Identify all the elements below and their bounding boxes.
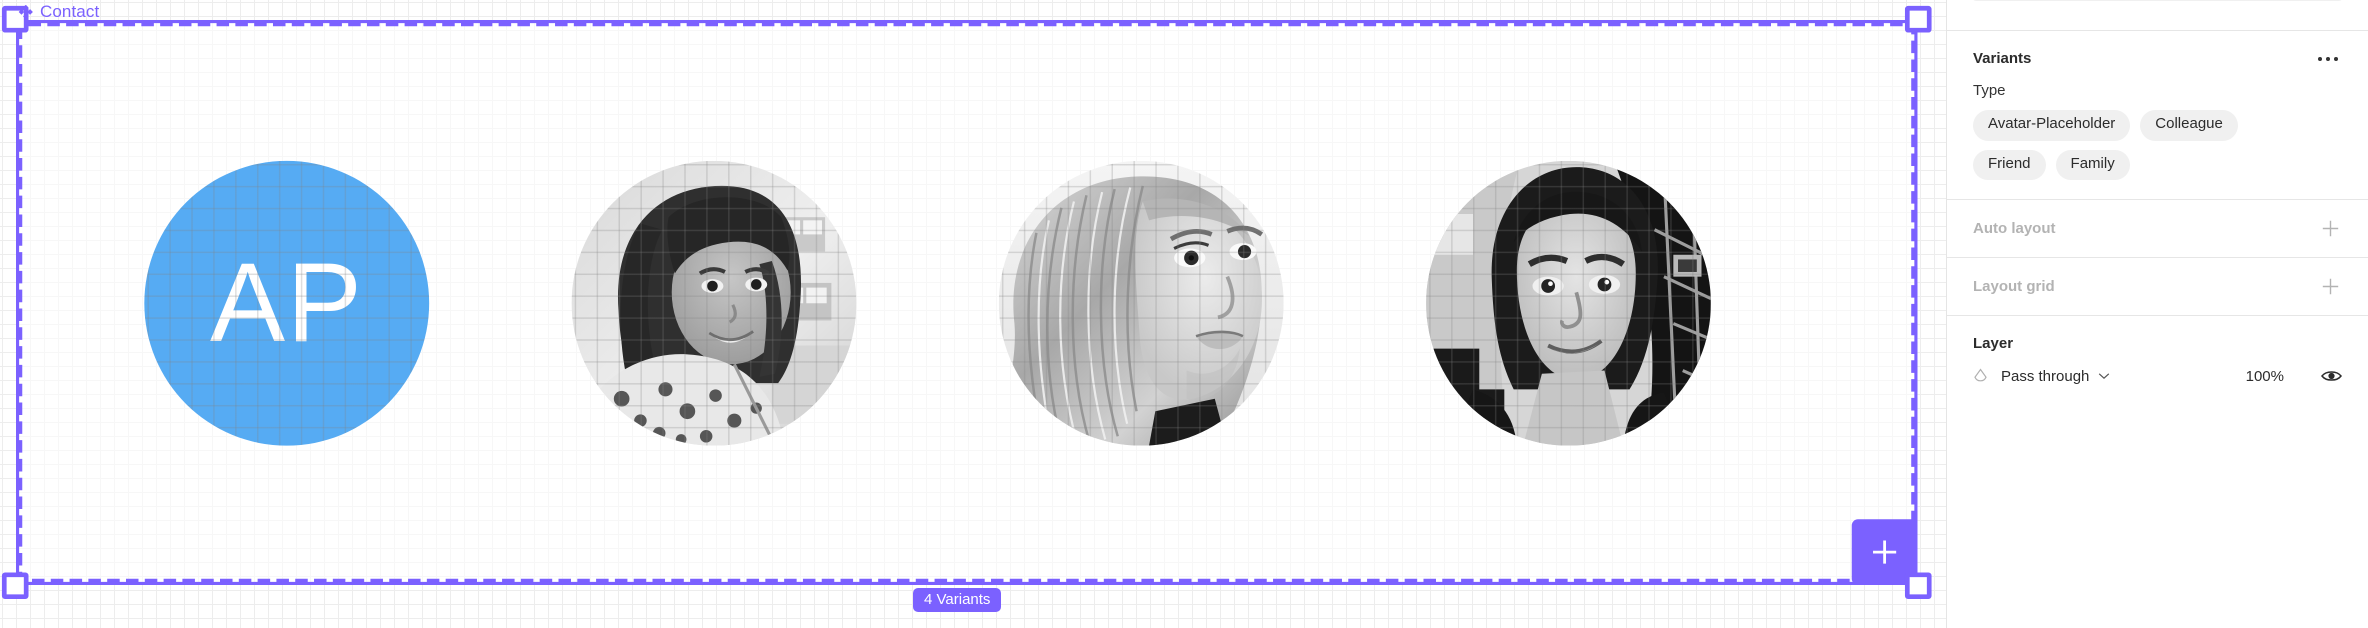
properties-panel: Variants Type Avatar-Placeholder Colleag… [1946,0,2368,628]
resize-handle-bottom-right[interactable] [1904,572,1932,600]
layer-section-header: Layer [1973,316,2342,354]
design-canvas[interactable]: Contact AP 4 Variants [0,0,1946,628]
app-root: Contact AP 4 Variants Variants Type Avat… [0,0,2368,628]
eye-icon [2320,371,2342,381]
avatar-colleague-image [571,160,857,445]
avatar-family-image [1426,160,1711,445]
layer-section: Layer Pass through 100% [1947,315,2368,414]
auto-layout-row: Auto layout [1973,200,2342,257]
panel-top-partial-field [1973,0,2342,1]
avatar-friend-image [998,160,1284,445]
avatar-colleague[interactable] [571,160,857,445]
variant-chip-colleague[interactable]: Colleague [2140,110,2238,141]
variant-chip-family[interactable]: Family [2055,149,2130,180]
plus-icon [2322,278,2338,295]
add-auto-layout-button[interactable] [2318,217,2342,241]
variants-count-badge: 4 Variants [913,588,1002,612]
variant-property-label: Type [1973,82,2006,99]
variant-avatar-row: AP [16,20,1917,585]
variant-chip-list: Avatar-Placeholder Colleague Friend Fami… [1973,99,2342,199]
layout-grid-section: Layout grid [1947,257,2368,315]
avatar-friend[interactable] [998,160,1284,445]
variant-chip-avatar-placeholder[interactable]: Avatar-Placeholder [1973,110,2131,141]
plus-icon [2322,220,2338,237]
avatar-initials-label: AP [210,239,364,366]
dots-horizontal-icon[interactable] [2314,53,2342,65]
layout-grid-row: Layout grid [1973,258,2342,315]
avatar-placeholder[interactable]: AP [144,160,430,445]
variant-chip-row: Friend Family [1973,149,2342,180]
chevron-down-icon [2099,373,2110,380]
blend-mode-dropdown[interactable]: Pass through [2001,368,2110,385]
variant-chip-friend[interactable]: Friend [1973,149,2046,180]
component-set-title[interactable]: Contact [18,2,99,22]
blend-mode-value: Pass through [2001,367,2090,385]
component-set-title-label: Contact [40,2,100,21]
auto-layout-section: Auto layout [1947,199,2368,257]
add-layout-grid-button[interactable] [2318,275,2342,299]
blend-mode-icon [1973,367,2001,385]
layout-grid-label: Layout grid [1973,278,2055,295]
variants-title: Variants [1973,50,2032,67]
variant-chip-row: Avatar-Placeholder Colleague [1973,110,2342,141]
opacity-value[interactable]: 100% [2246,368,2284,385]
visibility-toggle-button[interactable] [2320,365,2342,387]
layer-properties-row: Pass through 100% [1973,354,2342,398]
plus-icon [1873,540,1897,564]
component-set-frame[interactable]: AP [1,5,1932,600]
avatar-family[interactable] [1426,160,1711,445]
auto-layout-label: Auto layout [1973,220,2056,237]
resize-handle-top-right[interactable] [1904,5,1932,33]
resize-handle-bottom-left[interactable] [1,572,29,600]
layer-title: Layer [1973,335,2014,352]
variants-section-header: Variants [1973,31,2342,69]
component-diamond-icon [18,4,33,20]
panel-top-partial-row [1947,0,2368,30]
variants-section: Variants Type Avatar-Placeholder Colleag… [1947,30,2368,199]
